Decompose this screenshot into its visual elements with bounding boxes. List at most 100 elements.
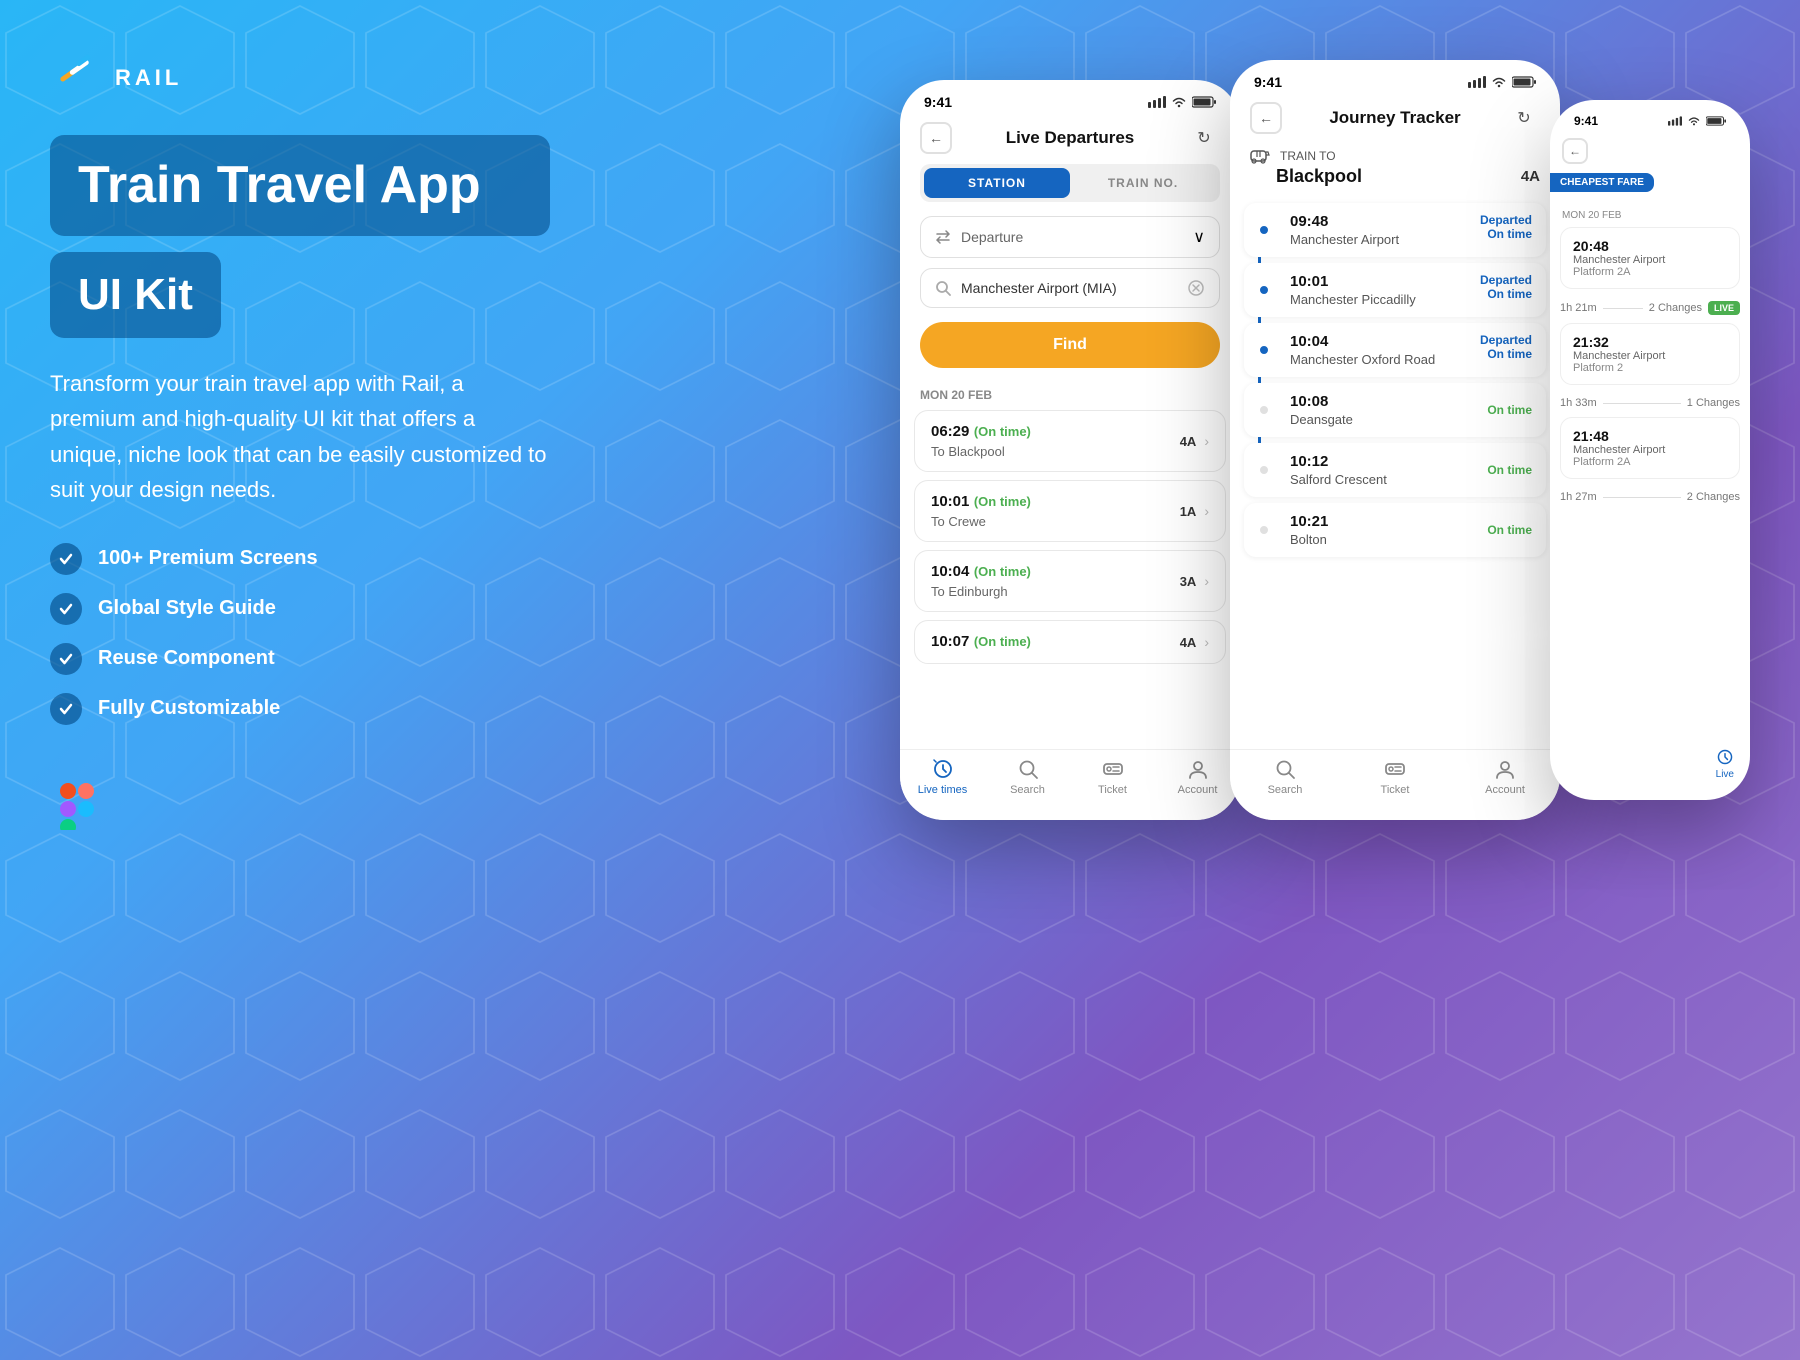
chevron-icon-1: › <box>1204 433 1209 449</box>
back-button-middle[interactable]: ← <box>1250 102 1282 134</box>
nav-live-right[interactable]: Live <box>1716 748 1734 780</box>
signal-icon <box>1148 96 1166 108</box>
battery-icon <box>1192 96 1216 108</box>
stop-ontime-3: On time <box>1480 347 1532 361</box>
tab-trainno[interactable]: TRAIN NO. <box>1070 168 1216 198</box>
journey-header: ← Journey Tracker ↻ <box>1230 96 1560 144</box>
nav-ticket-middle[interactable]: Ticket <box>1340 758 1450 796</box>
nav-account-label-main: Account <box>1178 784 1218 796</box>
train-card-3[interactable]: 10:04 (On time) To Edinburgh 3A › <box>914 550 1226 612</box>
nav-search-middle[interactable]: Search <box>1230 758 1340 796</box>
train-dest-3: To Edinburgh <box>931 584 1031 599</box>
stop-time-1: 09:48 <box>1290 213 1399 230</box>
right-platform-1: Platform 2A <box>1573 266 1727 278</box>
train-card-1[interactable]: 06:29 (On time) To Blackpool 4A › <box>914 410 1226 472</box>
train-card-2[interactable]: 10:01 (On time) To Crewe 1A › <box>914 480 1226 542</box>
stop-time-6: 10:21 <box>1290 513 1328 530</box>
destination-name: Blackpool <box>1276 166 1362 187</box>
nav-livetimes[interactable]: Live times <box>900 758 985 796</box>
duration-line-1 <box>1603 308 1643 309</box>
platform-1: 4A <box>1180 434 1197 449</box>
changes-text-1: 2 Changes <box>1649 302 1702 314</box>
swap-icon <box>935 229 951 245</box>
description-text: Transform your train travel app with Rai… <box>50 366 550 507</box>
wifi-icon <box>1171 96 1187 108</box>
journey-title: Journey Tracker <box>1329 108 1460 128</box>
ticket-nav-icon <box>1102 758 1124 780</box>
stop-time-4: 10:08 <box>1290 393 1353 410</box>
train-card-4[interactable]: 10:07 (On time) 4A › <box>914 620 1226 664</box>
chevron-icon-2: › <box>1204 503 1209 519</box>
nav-account-middle[interactable]: Account <box>1450 758 1560 796</box>
train-to-section: TRAIN TO <box>1230 144 1560 166</box>
check-icon-3 <box>50 643 82 675</box>
battery-icon-r <box>1706 116 1726 126</box>
search-icon-middle <box>1274 758 1296 780</box>
find-button[interactable]: Find <box>920 322 1220 368</box>
stop-status-4: On time <box>1487 403 1532 417</box>
stop-ontime-2: On time <box>1480 287 1532 301</box>
stop-time-3: 10:04 <box>1290 333 1435 350</box>
live-icon-right <box>1716 748 1734 766</box>
refresh-button-main[interactable]: ↻ <box>1188 122 1220 154</box>
status-icons-middle <box>1468 76 1536 88</box>
time-middle: 9:41 <box>1254 74 1282 90</box>
ticket-icon-middle <box>1384 758 1406 780</box>
right-result-2[interactable]: 21:32 Manchester Airport Platform 2 <box>1560 323 1740 385</box>
account-nav-icon-main <box>1187 758 1209 780</box>
cheapest-fare-area: CHEAPEST FARE <box>1550 172 1750 200</box>
feature-item-2: Global Style Guide <box>50 593 550 625</box>
duration-text-2: 1h 33m <box>1560 397 1597 409</box>
tab-station[interactable]: STATION <box>924 168 1070 198</box>
journey-stop-6: 10:21 Bolton On time <box>1244 503 1546 557</box>
nav-search-main[interactable]: Search <box>985 758 1070 796</box>
nav-ticket-label-middle: Ticket <box>1381 784 1410 796</box>
right-platform-3: Platform 2A <box>1573 456 1727 468</box>
right-bottom-partial: Live <box>1550 748 1750 780</box>
search-station-value: Manchester Airport (MIA) <box>961 280 1117 296</box>
departure-dropdown[interactable]: Departure ∨ <box>920 216 1220 258</box>
train-status-3: (On time) <box>974 564 1031 579</box>
status-bar-main: 9:41 <box>900 80 1240 116</box>
right-time-2: 21:32 <box>1573 334 1727 350</box>
platform-2: 1A <box>1180 504 1197 519</box>
nav-account-main[interactable]: Account <box>1155 758 1240 796</box>
journey-stop-3: 10:04 Manchester Oxford Road Departed On… <box>1244 323 1546 377</box>
wifi-icon-m <box>1491 76 1507 88</box>
signal-icon-m <box>1468 76 1486 88</box>
stop-name-4: Deansgate <box>1290 412 1353 427</box>
stop-dot-5 <box>1258 464 1270 476</box>
feature-item-1: 100+ Premium Screens <box>50 543 550 575</box>
livetimes-icon <box>932 758 954 780</box>
train-status-2: (On time) <box>974 494 1031 509</box>
right-station-1: Manchester Airport <box>1573 254 1727 266</box>
right-back-area: ← <box>1550 134 1750 172</box>
nav-account-label-middle: Account <box>1485 784 1525 796</box>
status-bar-right: 9:41 <box>1550 100 1750 134</box>
feature-item-4: Fully Customizable <box>50 693 550 725</box>
journey-stops: 09:48 Manchester Airport Departed On tim… <box>1230 203 1560 557</box>
stop-dot-4 <box>1258 404 1270 416</box>
time-main: 9:41 <box>924 94 952 110</box>
nav-ticket-label-main: Ticket <box>1098 784 1127 796</box>
nav-ticket-main[interactable]: Ticket <box>1070 758 1155 796</box>
search-nav-icon <box>1017 758 1039 780</box>
train-dest-1: To Blackpool <box>931 444 1031 459</box>
stop-departed-2: Departed <box>1480 273 1532 287</box>
stop-status-5: On time <box>1487 463 1532 477</box>
right-result-1[interactable]: 20:48 Manchester Airport Platform 2A <box>1560 227 1740 289</box>
stop-ontime-1: On time <box>1480 227 1532 241</box>
back-button-right[interactable]: ← <box>1562 138 1588 164</box>
feature-item-3: Reuse Component <box>50 643 550 675</box>
clear-icon[interactable] <box>1187 279 1205 297</box>
subtitle-box: UI Kit <box>50 252 221 338</box>
right-station-2: Manchester Airport <box>1573 350 1727 362</box>
status-icons-main <box>1148 96 1216 108</box>
refresh-button-middle[interactable]: ↻ <box>1508 102 1540 134</box>
search-station-input[interactable]: Manchester Airport (MIA) <box>920 268 1220 308</box>
figma-icon <box>50 775 105 830</box>
tab-switcher[interactable]: STATION TRAIN NO. <box>920 164 1220 202</box>
back-button-main[interactable]: ← <box>920 122 952 154</box>
right-result-3[interactable]: 21:48 Manchester Airport Platform 2A <box>1560 417 1740 479</box>
duration-line-2 <box>1603 403 1681 404</box>
